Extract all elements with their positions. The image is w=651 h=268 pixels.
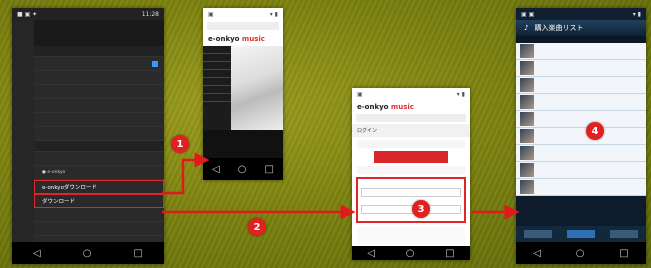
menu-item[interactable] (34, 113, 164, 127)
home-icon[interactable]: ○ (83, 248, 92, 259)
android-navbar: ◁ ○ □ (203, 158, 283, 180)
login-form (356, 177, 466, 223)
menu-item[interactable] (34, 57, 164, 71)
album-art (520, 112, 534, 126)
album-art (520, 180, 534, 194)
toolbar-button[interactable] (523, 230, 552, 238)
toolbar-button[interactable] (566, 230, 595, 238)
step-badge-2: 2 (248, 218, 266, 236)
menu-item[interactable] (34, 127, 164, 141)
album-art (520, 95, 534, 109)
phone-login-screen: ▣ ▾ ▮ e-onkyo music ログイン ◁ ○ □ (352, 88, 470, 260)
banner-image (231, 46, 283, 130)
menu-item[interactable]: ● e-onkyo (34, 166, 164, 180)
home-icon[interactable]: ○ (576, 248, 585, 259)
album-art (520, 78, 534, 92)
store-content (203, 46, 283, 130)
menu-item[interactable] (34, 71, 164, 85)
password-field[interactable] (361, 205, 461, 214)
android-navbar: ◁ ○ □ (12, 242, 164, 264)
back-icon[interactable]: ◁ (533, 248, 541, 259)
phone-settings-screen: ■ ▣ ✦ 11:28 ● e-onkyo e-onkyoダウンロード ダウンロー… (12, 8, 164, 264)
menu-item[interactable] (34, 152, 164, 166)
step-badge-4: 4 (586, 122, 604, 140)
home-icon[interactable]: ○ (406, 248, 415, 259)
step-badge-1: 1 (171, 135, 189, 153)
android-navbar: ◁ ○ □ (516, 242, 646, 264)
status-bar: ▣ ▾ ▮ (203, 8, 283, 20)
track-list (516, 43, 646, 196)
back-icon[interactable]: ◁ (212, 164, 220, 175)
track-item[interactable] (516, 128, 646, 145)
step-badge-3: 3 (412, 200, 430, 218)
register-button[interactable] (374, 151, 448, 163)
album-art (520, 146, 534, 160)
track-item[interactable] (516, 43, 646, 60)
recents-icon[interactable]: □ (445, 248, 454, 259)
nav-icons (356, 114, 466, 122)
album-art (520, 163, 534, 177)
menu-header (34, 46, 164, 57)
menu-item[interactable] (34, 85, 164, 99)
back-icon[interactable]: ◁ (33, 248, 41, 259)
list-header (516, 36, 646, 43)
status-bar: ▣ ▣ ▾ ▮ (516, 8, 646, 20)
menu-header (34, 141, 164, 152)
side-panel (12, 20, 34, 242)
phone-purchased-list: ▣ ▣ ▾ ▮ ♪ 購入楽曲リスト ◁ ○ □ (516, 8, 646, 264)
login-section-title: ログイン (352, 124, 470, 137)
download-menu-item[interactable]: ダウンロード (34, 194, 164, 208)
home-icon[interactable]: ○ (238, 164, 247, 175)
bottom-toolbar (516, 226, 646, 242)
track-item[interactable] (516, 179, 646, 196)
category-list[interactable] (203, 46, 231, 130)
menu-item[interactable] (34, 222, 164, 236)
email-field[interactable] (361, 188, 461, 197)
address-bar[interactable] (207, 22, 279, 30)
settings-menu: ● e-onkyo e-onkyoダウンロード ダウンロード (34, 46, 164, 242)
recents-icon[interactable]: □ (619, 248, 628, 259)
track-item[interactable] (516, 94, 646, 111)
android-navbar: ◁ ○ □ (352, 246, 470, 260)
store-logo: e-onkyo music (357, 103, 414, 111)
menu-item[interactable] (34, 99, 164, 113)
status-bar: ▣ ▾ ▮ (352, 88, 470, 100)
info-line (357, 166, 465, 174)
list-title: ♪ 購入楽曲リスト (516, 20, 646, 36)
album-art (520, 61, 534, 75)
onkyo-download-menu-item[interactable]: e-onkyoダウンロード (34, 180, 164, 194)
store-logo: e-onkyo music (208, 35, 265, 43)
app-icon: ♪ (524, 24, 529, 32)
menu-item[interactable] (34, 208, 164, 222)
track-item[interactable] (516, 60, 646, 77)
phone-web-store: ▣ ▾ ▮ e-onkyo music ◁ ○ □ (203, 8, 283, 180)
toolbar-button[interactable] (610, 230, 639, 238)
recents-icon[interactable]: □ (134, 248, 143, 259)
album-art (520, 129, 534, 143)
track-item[interactable] (516, 77, 646, 94)
info-line (357, 140, 465, 148)
back-icon[interactable]: ◁ (367, 248, 375, 259)
album-art (520, 44, 534, 58)
recents-icon[interactable]: □ (265, 164, 274, 175)
track-item[interactable] (516, 162, 646, 179)
footer-text (357, 227, 465, 245)
track-item[interactable] (516, 111, 646, 128)
track-item[interactable] (516, 145, 646, 162)
status-bar: ■ ▣ ✦ 11:28 (12, 8, 164, 20)
